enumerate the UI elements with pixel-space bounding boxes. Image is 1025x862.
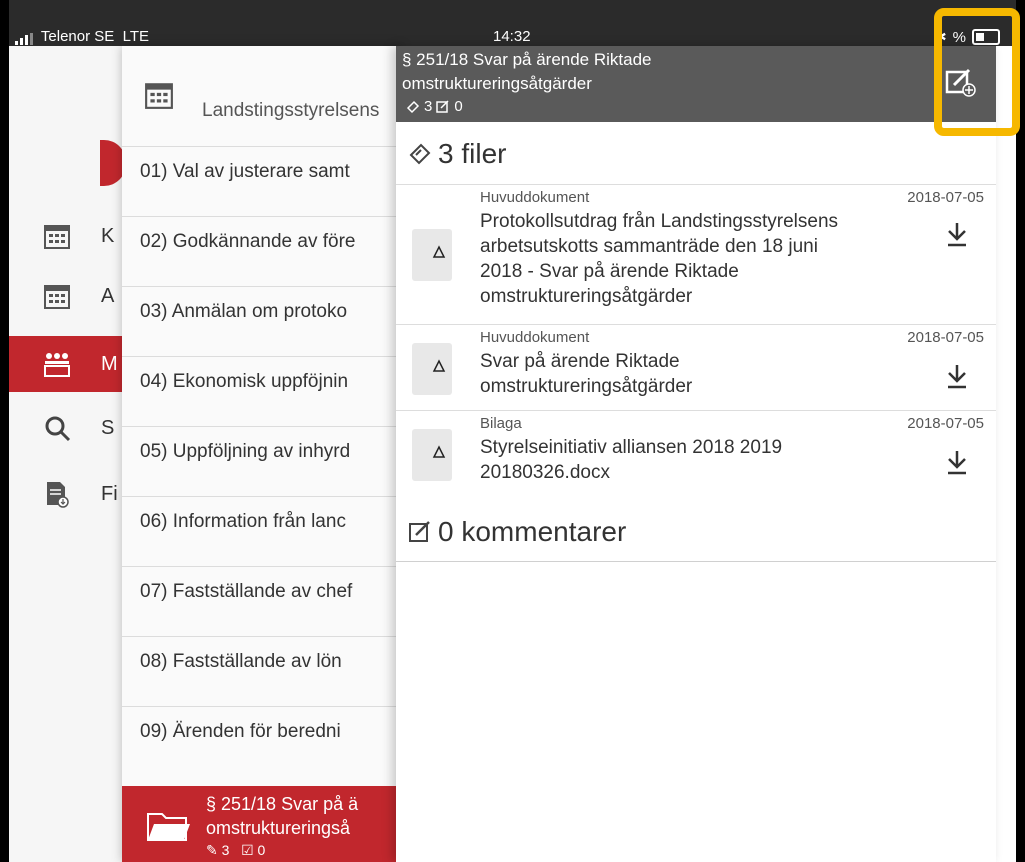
attachment-icon <box>406 100 420 113</box>
pdf-file-icon <box>412 429 452 481</box>
file-download-icon <box>47 482 69 508</box>
pdf-file-icon <box>412 343 452 395</box>
detail-meta: 3 0 <box>406 98 463 115</box>
agenda-item[interactable]: 07) Fastställande av chef <box>122 566 402 636</box>
calendar-icon <box>44 285 70 309</box>
agenda-item[interactable]: 03) Anmälan om protoko <box>122 286 402 356</box>
agenda-item[interactable]: 01) Val av justerare samt <box>122 146 402 216</box>
download-icon[interactable] <box>946 221 968 247</box>
file-row[interactable]: Huvuddokument 2018-07-05 Protokollsutdra… <box>396 184 996 325</box>
agenda-item[interactable]: 05) Uppföljning av inhyrd <box>122 426 402 496</box>
battery-percent: % <box>952 28 966 46</box>
agenda-item-selected[interactable]: § 251/18 Svar på ä omstruktureringså ✎ 3… <box>122 786 402 862</box>
file-type: Huvuddokument <box>480 189 590 206</box>
menu-label: Fi <box>101 482 118 505</box>
files-heading-text: 3 filer <box>438 138 507 169</box>
selected-meta: ✎ 3 ☑ 0 <box>206 842 266 858</box>
selected-title-line1: § 251/18 Svar på ä <box>206 794 359 814</box>
comments-heading: 0 kommentarer <box>396 502 996 562</box>
agenda-item[interactable]: 02) Godkännande av före <box>122 216 402 286</box>
file-date: 2018-07-05 <box>907 415 984 432</box>
selected-files-count: 3 <box>221 842 230 858</box>
file-name: Protokollsutdrag från Landstingsstyrelse… <box>480 209 932 309</box>
file-name-line: omstruktureringsåtgärder <box>480 286 693 307</box>
detail-panel: § 251/18 Svar på ärende Riktade omstrukt… <box>396 8 1020 862</box>
file-name-line: arbetsutskotts sammanträde den 18 juni <box>480 236 818 257</box>
detail-title-line1: § 251/18 Svar på ärende Riktade <box>402 50 652 69</box>
calendar-icon <box>145 83 173 109</box>
file-name: Styrelseinitiativ alliansen 2018 2019 20… <box>480 435 932 485</box>
file-type: Bilaga <box>480 415 522 432</box>
network-label: LTE <box>122 28 150 45</box>
file-name-line: Styrelseinitiativ alliansen 2018 2019 <box>480 437 783 458</box>
edit-add-icon <box>945 68 976 97</box>
file-name-line: Protokollsutdrag från Landstingsstyrelse… <box>480 211 839 232</box>
folder-open-icon <box>147 813 190 841</box>
menu-label: A <box>101 284 115 307</box>
agenda-item[interactable]: 09) Ärenden för beredni <box>122 706 402 776</box>
attachment-icon <box>409 143 431 165</box>
selected-comments-count: 0 <box>257 842 266 858</box>
comments-count: 0 <box>454 98 463 115</box>
divider <box>396 561 996 562</box>
clock: 14:32 <box>493 28 531 45</box>
calendar-icon <box>44 225 70 249</box>
files-count: 3 <box>424 98 433 115</box>
file-type: Huvuddokument <box>480 329 590 346</box>
download-icon[interactable] <box>946 449 968 475</box>
download-icon[interactable] <box>946 363 968 389</box>
detail-header: § 251/18 Svar på ärende Riktade omstrukt… <box>396 46 996 122</box>
comment-edit-icon <box>409 521 430 542</box>
battery-icon <box>972 29 1000 45</box>
agenda-item[interactable]: 04) Ekonomisk uppföjnin <box>122 356 402 426</box>
file-name-line: 2018 - Svar på ärende Riktade <box>480 261 739 282</box>
file-row[interactable]: Bilaga 2018-07-05 Styrelseinitiativ alli… <box>396 410 996 497</box>
agenda-item[interactable]: 06) Information från lanc <box>122 496 402 566</box>
signal-icon <box>15 33 33 45</box>
menu-label: K <box>101 224 115 247</box>
file-name: Svar på ärende Riktade omstruktureringså… <box>480 349 932 399</box>
group-icon <box>44 353 70 377</box>
file-date: 2018-07-05 <box>907 329 984 346</box>
file-name-line: Svar på ärende Riktade <box>480 351 680 372</box>
carrier-label: Telenor SE <box>40 28 115 45</box>
menu-item-4[interactable]: S <box>9 400 129 456</box>
menu-item-5[interactable]: Fi <box>9 466 129 522</box>
status-right: ✱ % <box>934 28 1000 46</box>
file-name-line: omstruktureringsåtgärder <box>480 376 693 397</box>
file-date: 2018-07-05 <box>907 189 984 206</box>
selected-title-line2: omstruktureringså <box>206 818 351 838</box>
detail-title-line2: omstruktureringsåtgärder <box>402 74 592 93</box>
comment-edit-icon <box>436 99 449 113</box>
bluetooth-icon: ✱ <box>934 29 947 46</box>
status-left: Telenor SE LTE <box>15 28 149 45</box>
files-heading: 3 filer <box>396 124 996 184</box>
agenda-header: Landstingsstyrelsens <box>122 46 402 146</box>
status-bar: Telenor SE LTE 14:32 ✱ % <box>9 0 1016 46</box>
menu-item-1[interactable]: K <box>9 208 129 264</box>
file-name-line: 20180326.docx <box>480 462 610 483</box>
menu-item-2[interactable]: A <box>9 268 129 324</box>
comments-heading-text: 0 kommentarer <box>438 516 627 547</box>
menu-label: S <box>101 416 115 439</box>
file-row[interactable]: Huvuddokument 2018-07-05 Svar på ärende … <box>396 324 996 411</box>
pdf-file-icon <box>412 229 452 281</box>
agenda-title: Landstingsstyrelsens <box>202 100 380 121</box>
search-icon <box>45 416 71 442</box>
agenda-item[interactable]: 08) Fastställande av lön <box>122 636 402 706</box>
menu-item-3[interactable]: M <box>9 336 129 392</box>
add-comment-button[interactable] <box>932 54 988 110</box>
menu-label: M <box>101 352 118 375</box>
agenda-panel: Landstingsstyrelsens 01) Val av justerar… <box>122 46 402 862</box>
